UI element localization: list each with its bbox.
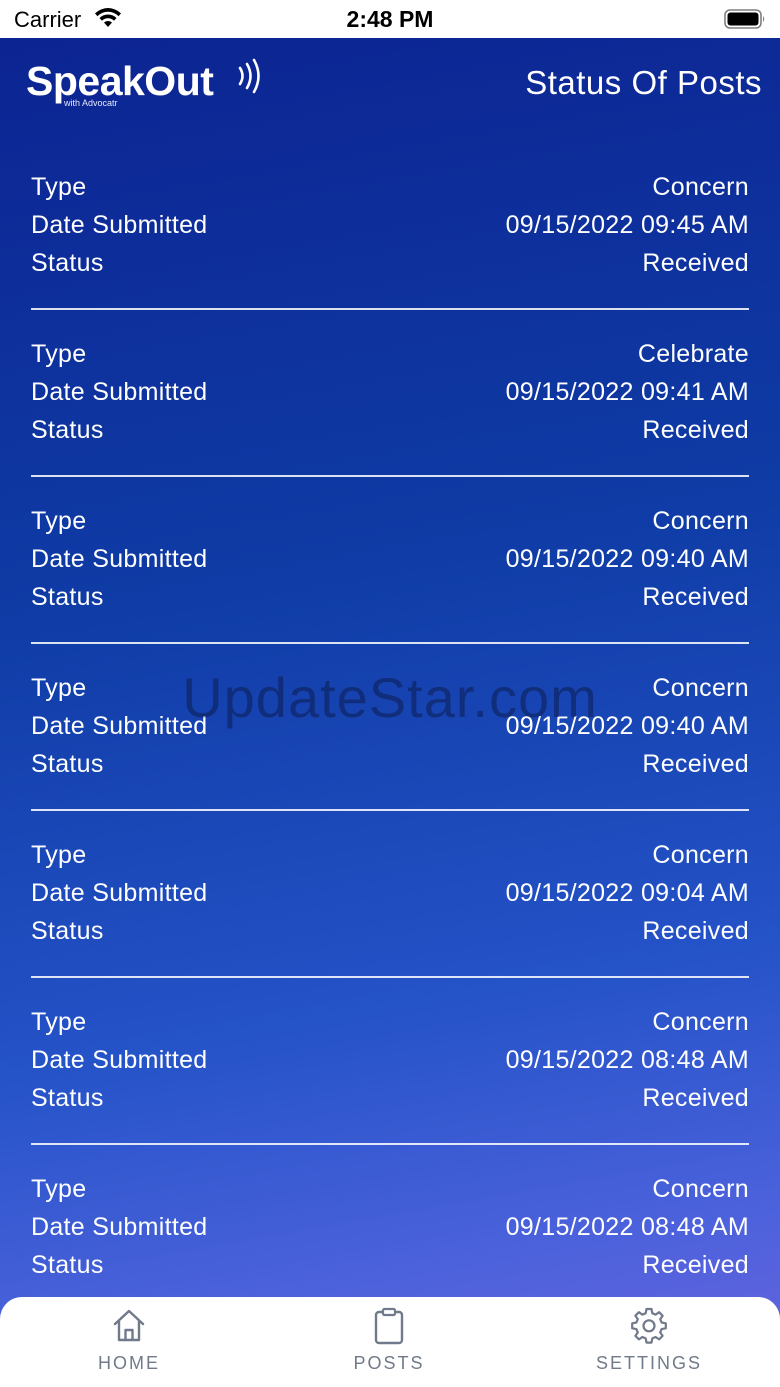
date-label: Date Submitted (31, 1046, 208, 1074)
status-label: Status (31, 416, 104, 444)
tab-posts[interactable]: POSTS (289, 1297, 489, 1387)
page-title: Status Of Posts (525, 64, 762, 101)
date-value: 09/15/2022 09:45 AM (505, 211, 749, 239)
status-label: Status (31, 1084, 104, 1112)
status-label: Status (31, 750, 104, 778)
divider (31, 1143, 749, 1145)
date-label: Date Submitted (31, 879, 208, 907)
tab-home[interactable]: HOME (29, 1297, 229, 1387)
battery-icon (724, 9, 765, 29)
divider (31, 308, 749, 310)
home-icon (113, 1309, 145, 1342)
date-label: Date Submitted (31, 378, 208, 406)
type-value: Concern (652, 841, 749, 869)
divider (31, 976, 749, 978)
status-label: Status (31, 1251, 104, 1279)
post-item[interactable]: Type Concern Date Submitted 09/15/2022 09:… (31, 837, 749, 1004)
status-value: Received (642, 416, 749, 444)
date-value: 09/15/2022 09:41 AM (505, 378, 749, 406)
divider (31, 475, 749, 477)
type-value: Celebrate (637, 340, 749, 368)
status-label: Status (31, 249, 104, 277)
tab-posts-label: POSTS (353, 1353, 425, 1373)
date-label: Date Submitted (31, 1213, 208, 1241)
status-value: Received (642, 1084, 749, 1112)
date-label: Date Submitted (31, 545, 208, 573)
post-item[interactable]: Type Concern Date Submitted 09/15/2022 08:… (31, 1004, 749, 1171)
post-item[interactable]: Type Concern Date Submitted 09/15/2022 09:… (31, 503, 749, 670)
logo-subtitle: with Advocatr (64, 98, 118, 108)
tab-settings[interactable]: SETTINGS (549, 1297, 749, 1387)
post-item[interactable]: Type Concern Date Submitted 09/15/2022 09:… (31, 169, 749, 336)
date-label: Date Submitted (31, 712, 208, 740)
type-label: Type (31, 1175, 87, 1203)
divider (31, 809, 749, 811)
gear-icon (631, 1307, 667, 1344)
type-value: Concern (652, 674, 749, 702)
date-value: 09/15/2022 09:04 AM (505, 879, 749, 907)
type-label: Type (31, 674, 87, 702)
tab-settings-label: SETTINGS (595, 1353, 702, 1373)
type-value: Concern (652, 1008, 749, 1036)
posts-list: Type Concern Date Submitted 09/15/2022 09:… (31, 169, 749, 1338)
status-label: Status (31, 583, 104, 611)
status-value: Received (642, 583, 749, 611)
status-value: Received (642, 1251, 749, 1279)
type-value: Concern (652, 1175, 749, 1203)
date-value: 09/15/2022 08:48 AM (505, 1046, 749, 1074)
post-item[interactable]: Type Celebrate Date Submitted 09/15/2022 0… (31, 336, 749, 503)
date-label: Date Submitted (31, 211, 208, 239)
post-item[interactable]: Type Concern Date Submitted 09/15/2022 09:… (31, 670, 749, 837)
tab-home-label: HOME (98, 1353, 160, 1373)
status-value: Received (642, 750, 749, 778)
type-value: Concern (652, 507, 749, 535)
type-value: Concern (652, 173, 749, 201)
tab-bar: HOME POSTS SETTINGS (0, 1297, 780, 1387)
status-value: Received (642, 249, 749, 277)
header: SpeakOut with Advocatr Status Of Posts (0, 38, 780, 128)
sound-waves-icon (238, 58, 260, 94)
type-label: Type (31, 173, 87, 201)
status-value: Received (642, 917, 749, 945)
date-value: 09/15/2022 09:40 AM (505, 712, 749, 740)
logo-text: SpeakOut (26, 58, 214, 104)
clipboard-icon (374, 1307, 404, 1345)
type-label: Type (31, 507, 87, 535)
type-label: Type (31, 340, 87, 368)
clock: 2:48 PM (346, 6, 434, 32)
type-label: Type (31, 841, 87, 869)
date-value: 09/15/2022 09:40 AM (505, 545, 749, 573)
type-label: Type (31, 1008, 87, 1036)
date-value: 09/15/2022 08:48 AM (505, 1213, 749, 1241)
speakout-logo: SpeakOut with Advocatr (26, 58, 276, 114)
status-bar: Carrier 2:48 PM (0, 0, 780, 38)
divider (31, 642, 749, 644)
status-label: Status (31, 917, 104, 945)
